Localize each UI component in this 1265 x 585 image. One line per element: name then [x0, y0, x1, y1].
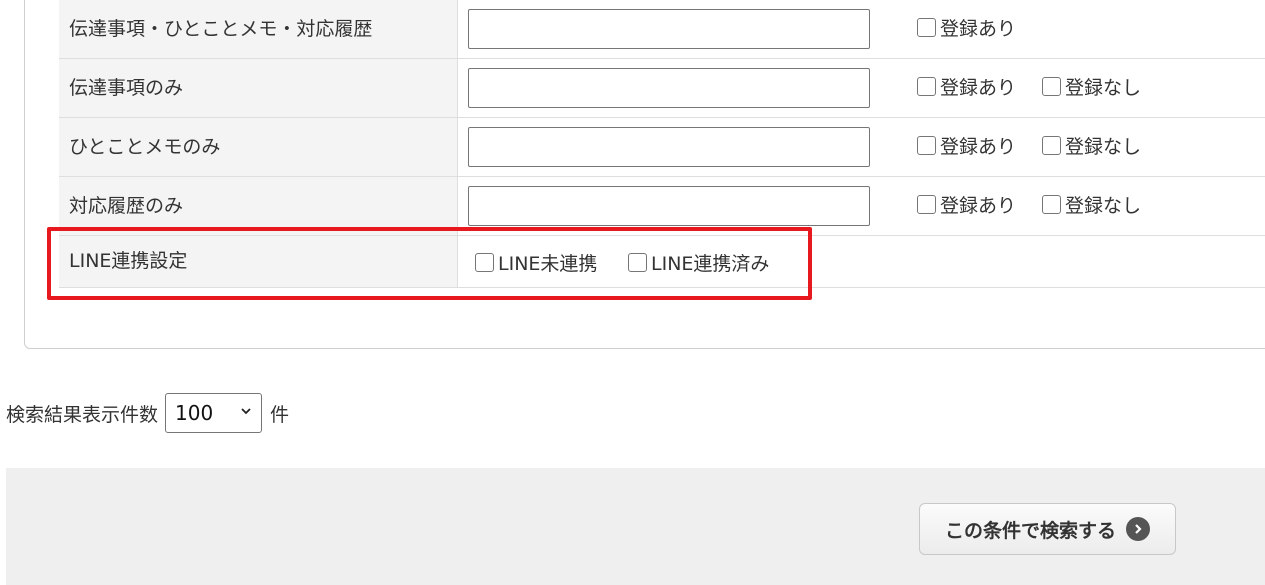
checkbox-box[interactable] [917, 135, 936, 155]
result-count-unit: 件 [270, 403, 290, 426]
line-integration-row: LINE連携設定 LINE未連携 LINE連携済み [59, 236, 1265, 288]
checkbox-label: 登録なし [1065, 76, 1142, 99]
checkbox-box[interactable] [1042, 135, 1061, 155]
notice-only-input[interactable] [468, 68, 870, 108]
registered-checkbox[interactable]: 登録あり [917, 15, 1017, 40]
not-registered-checkbox[interactable]: 登録なし [1042, 192, 1142, 217]
checkbox-label: LINE連携済み [651, 252, 770, 275]
row-label: ひとことメモのみ [59, 118, 458, 176]
select-value: 100 [175, 401, 214, 425]
memo-only-input[interactable] [468, 127, 870, 167]
line-linked-checkbox[interactable]: LINE連携済み [628, 250, 770, 275]
checkbox-label: 登録あり [940, 135, 1017, 158]
footer-bar: この条件で検索する [6, 468, 1265, 585]
search-button[interactable]: この条件で検索する [919, 503, 1176, 555]
notice-only-row: 伝達事項のみ 登録あり 登録なし [59, 59, 1265, 118]
result-count-label: 検索結果表示件数 [6, 403, 159, 426]
checkbox-label: 登録なし [1065, 194, 1142, 217]
checkbox-box[interactable] [917, 17, 936, 37]
checkbox-box[interactable] [917, 194, 936, 214]
checkbox-box[interactable] [475, 252, 494, 272]
registered-checkbox[interactable]: 登録あり [917, 133, 1017, 158]
not-registered-checkbox[interactable]: 登録なし [1042, 133, 1142, 158]
chevron-down-icon [241, 408, 251, 415]
checkbox-box[interactable] [1042, 194, 1061, 214]
search-button-label: この条件で検索する [944, 519, 1116, 542]
row-label: 対応履歴のみ [59, 177, 458, 235]
checkbox-label: 登録あり [940, 76, 1017, 99]
row-label: 伝達事項のみ [59, 59, 458, 117]
registered-checkbox[interactable]: 登録あり [917, 192, 1017, 217]
registered-checkbox[interactable]: 登録あり [917, 74, 1017, 99]
row-label: 伝達事項・ひとことメモ・対応履歴 [59, 0, 458, 58]
row-label: LINE連携設定 [59, 236, 458, 287]
result-count-select[interactable]: 100 [165, 393, 263, 433]
not-registered-checkbox[interactable]: 登録なし [1042, 74, 1142, 99]
checkbox-box[interactable] [1042, 76, 1061, 96]
history-only-row: 対応履歴のみ 登録あり 登録なし [59, 177, 1265, 236]
checkbox-label: LINE未連携 [498, 252, 598, 275]
line-unlinked-checkbox[interactable]: LINE未連携 [475, 250, 598, 275]
checkbox-label: 登録あり [940, 17, 1017, 40]
checkbox-label: 登録あり [940, 194, 1017, 217]
memo-history-row: 伝達事項・ひとことメモ・対応履歴 登録あり [59, 0, 1265, 59]
history-only-input[interactable] [468, 186, 870, 226]
checkbox-label: 登録なし [1065, 135, 1142, 158]
checkbox-box[interactable] [628, 252, 647, 272]
checkbox-box[interactable] [917, 76, 936, 96]
arrow-right-circle-icon [1126, 517, 1150, 541]
result-count-row: 検索結果表示件数 100 件 [6, 393, 289, 433]
memo-history-input[interactable] [468, 9, 870, 49]
memo-only-row: ひとことメモのみ 登録あり 登録なし [59, 118, 1265, 177]
